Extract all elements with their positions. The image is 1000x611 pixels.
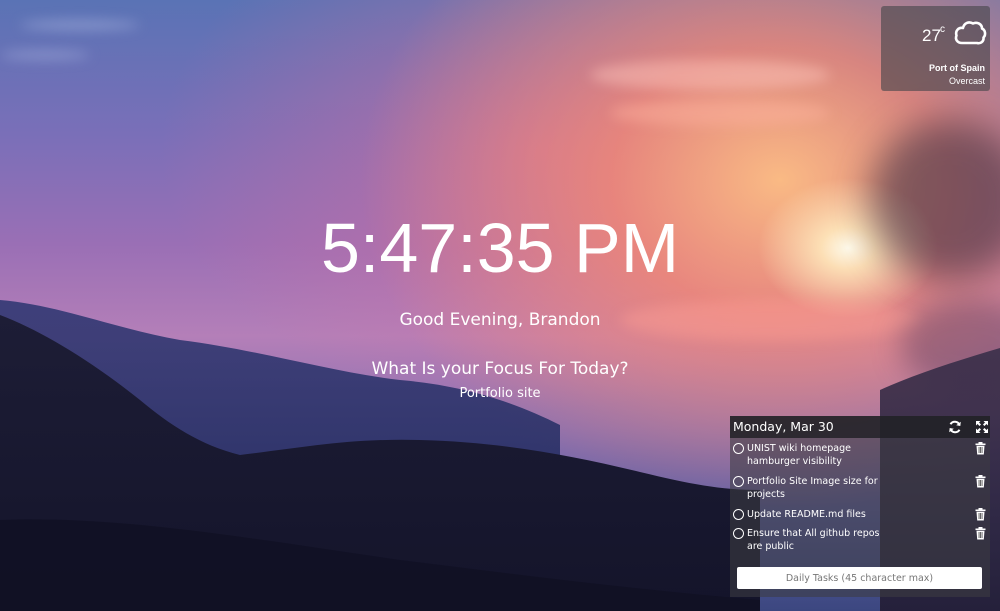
expand-icon[interactable] (975, 420, 989, 434)
weather-temperature: 27 (922, 26, 941, 45)
focus-question: What Is your Focus For Today? (371, 359, 629, 379)
weather-city: Port of Spain (929, 63, 985, 73)
trash-icon[interactable] (975, 442, 986, 455)
daily-tasks-panel: Monday, Mar 30 UNIST wiki homepage hambu… (730, 416, 990, 597)
task-checkbox[interactable] (733, 476, 744, 487)
task-checkbox[interactable] (733, 443, 744, 454)
cloud-icon (954, 21, 987, 45)
task-checkbox[interactable] (733, 509, 744, 520)
task-label: Ensure that All github repos are public (747, 528, 880, 552)
tasks-header: Monday, Mar 30 (730, 416, 990, 438)
task-label: UNIST wiki homepage hamburger visibility (747, 443, 851, 467)
greeting-text: Good Evening, Brandon (399, 310, 601, 330)
weather-condition: Overcast (948, 76, 985, 86)
daily-task-input[interactable] (737, 567, 982, 589)
task-checkbox[interactable] (733, 528, 744, 539)
refresh-icon[interactable] (948, 420, 962, 434)
weather-widget[interactable]: 27 c Port of Spain Overcast (881, 6, 990, 91)
focus-answer[interactable]: Portfolio site (0, 386, 1000, 401)
trash-icon[interactable] (975, 527, 986, 540)
trash-icon[interactable] (975, 475, 986, 488)
trash-icon[interactable] (975, 508, 986, 521)
weather-unit: c (940, 24, 945, 35)
task-label: Update README.md files (747, 509, 866, 520)
tasks-date: Monday, Mar 30 (733, 419, 834, 434)
clock-time: 5:47:35 PM (321, 209, 679, 287)
task-label: Portfolio Site Image size for projects (747, 476, 878, 500)
